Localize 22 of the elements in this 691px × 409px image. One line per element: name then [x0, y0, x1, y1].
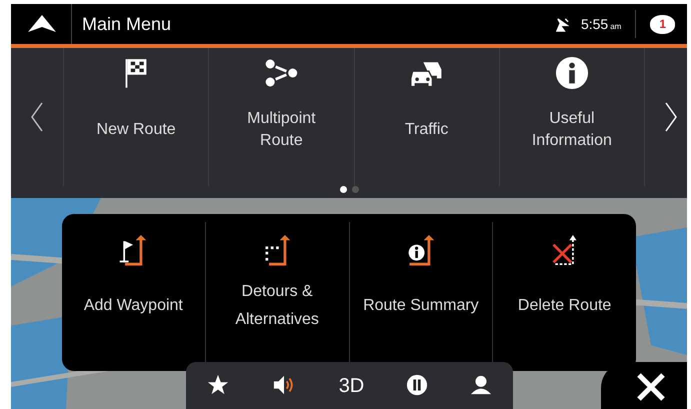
message-notification[interactable]: 1: [650, 14, 675, 34]
3d-view-button[interactable]: 3D: [338, 374, 364, 398]
checkered-flag-icon: [123, 56, 150, 90]
page-dot[interactable]: [352, 186, 358, 193]
navigation-arrow-icon[interactable]: [27, 14, 57, 34]
menu-item[interactable]: Traffic: [354, 48, 499, 186]
close-icon: [636, 372, 666, 402]
menu-item[interactable]: Useful Information: [498, 48, 645, 186]
star-icon[interactable]: [206, 374, 229, 396]
pause-icon[interactable]: [406, 374, 428, 396]
satellite-icon: [556, 16, 569, 32]
person-icon[interactable]: [470, 374, 492, 396]
menu-item[interactable]: Multipoint Route: [208, 48, 354, 186]
info-icon: [554, 56, 589, 90]
page-dot[interactable]: [340, 186, 346, 193]
route-option[interactable]: Add Waypoint: [62, 222, 205, 363]
waypoint-flag-icon: [118, 234, 148, 266]
info-route-icon: [406, 234, 436, 266]
window-title: Main Menu: [71, 4, 172, 44]
time-suffix: am: [610, 22, 622, 31]
menu-item[interactable]: New Route: [63, 48, 208, 186]
clock-time: 5:55: [580, 16, 608, 32]
